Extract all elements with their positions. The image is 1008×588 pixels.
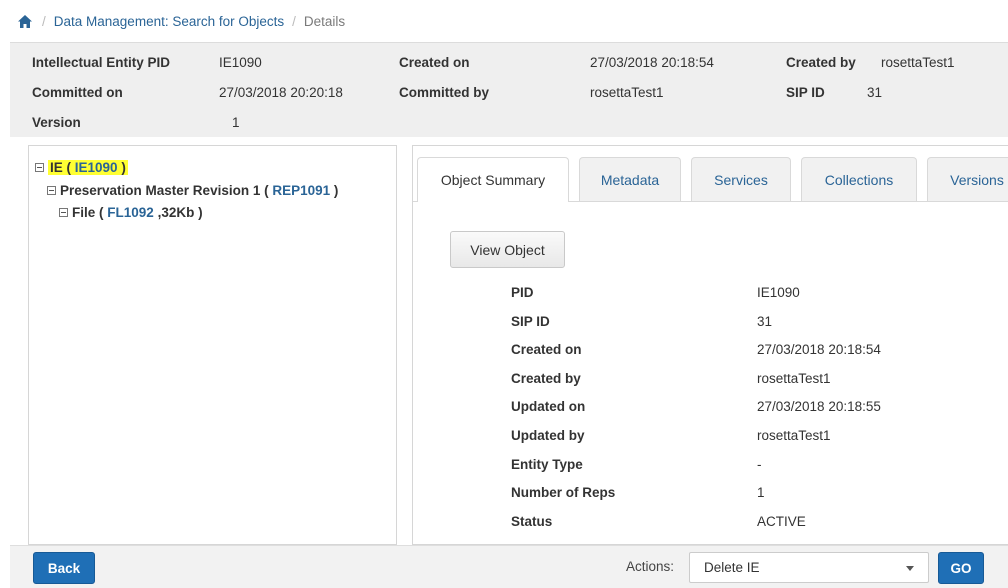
info-row: Intellectual Entity PID IE1090 Created o… — [10, 49, 1008, 75]
info-label: Created by — [786, 54, 856, 70]
minus-box-icon[interactable] — [35, 163, 44, 172]
tree-node-file[interactable]: File ( FL1092 ,32Kb ) — [59, 205, 203, 220]
info-value: IE1090 — [219, 54, 262, 70]
info-row: Committed on 27/03/2018 20:20:18 Committ… — [10, 79, 1008, 105]
summary-key: SIP ID — [511, 313, 550, 329]
breadcrumb-separator: / — [42, 13, 46, 29]
tab-collections[interactable]: Collections — [801, 157, 917, 201]
go-button[interactable]: GO — [938, 552, 984, 584]
entity-info-panel: Intellectual Entity PID IE1090 Created o… — [10, 42, 1008, 137]
summary-value: 31 — [757, 313, 773, 329]
tree-node-ie-label: IE ( IE1090 ) — [48, 160, 128, 175]
actions-select[interactable]: Delete IE — [689, 552, 929, 583]
details-panel: Object Summary Metadata Services Collect… — [412, 145, 1008, 545]
summary-value: rosettaTest1 — [757, 427, 831, 443]
actions-select-value: Delete IE — [704, 560, 760, 575]
info-value: 27/03/2018 20:18:54 — [590, 54, 714, 70]
footer-bar: Back Actions: Delete IE GO — [10, 545, 1008, 588]
info-label: Committed by — [399, 84, 490, 100]
summary-key: PID — [511, 285, 534, 300]
tree-node-file-suffix: ,32Kb ) — [157, 205, 203, 220]
breadcrumb: / Data Management: Search for Objects / … — [10, 0, 1008, 42]
tab-versions[interactable]: Versions — [927, 157, 1008, 201]
back-button[interactable]: Back — [33, 552, 95, 584]
minus-box-icon[interactable] — [59, 208, 68, 217]
info-value: 31 — [867, 84, 883, 100]
summary-key: Status — [511, 513, 553, 529]
tree-node-rep-prefix: Preservation Master Revision 1 ( — [60, 183, 269, 198]
caret-down-icon — [906, 566, 914, 571]
summary-value: IE1090 — [757, 285, 800, 300]
tab-metadata[interactable]: Metadata — [579, 157, 681, 201]
summary-value: rosettaTest1 — [757, 370, 831, 386]
tree-node-file-prefix: File ( — [72, 205, 104, 220]
summary-key: Entity Type — [511, 456, 583, 472]
tree-node-ie-prefix: IE ( — [50, 160, 72, 175]
info-label: Created on — [399, 54, 470, 70]
info-label: Intellectual Entity PID — [32, 54, 171, 70]
summary-key: Created by — [511, 370, 581, 386]
info-value: 27/03/2018 20:20:18 — [219, 84, 343, 100]
info-row: Version 1 — [10, 109, 1008, 135]
actions-label: Actions: — [626, 559, 675, 574]
info-value: 1 — [232, 114, 240, 130]
info-value: rosettaTest1 — [590, 84, 664, 100]
tree-link-rep1091[interactable]: REP1091 — [272, 183, 330, 198]
summary-value: ACTIVE — [757, 513, 806, 529]
summary-key: Created on — [511, 342, 582, 358]
tree-link-ie1090[interactable]: IE1090 — [75, 160, 118, 175]
summary-key: Number of Reps — [511, 485, 616, 501]
summary-key: Updated by — [511, 427, 585, 443]
tab-services[interactable]: Services — [691, 157, 791, 201]
summary-value: 1 — [757, 485, 765, 501]
object-tree: IE ( IE1090 ) Preservation Master Revisi… — [28, 145, 397, 545]
summary-value: 27/03/2018 20:18:55 — [757, 399, 881, 415]
minus-box-icon[interactable] — [47, 186, 56, 195]
breadcrumb-separator: / — [292, 13, 296, 29]
tree-node-rep-suffix: ) — [333, 183, 339, 198]
info-label: Version — [32, 114, 81, 130]
tree-node-ie-suffix: ) — [121, 160, 126, 175]
breadcrumb-link-search[interactable]: Data Management: Search for Objects — [54, 14, 284, 29]
tab-bar: Object Summary Metadata Services Collect… — [417, 157, 1008, 202]
tree-node-ie[interactable]: IE ( IE1090 ) — [35, 160, 128, 175]
summary-key: Updated on — [511, 399, 586, 415]
info-value: rosettaTest1 — [881, 54, 955, 70]
tab-object-summary[interactable]: Object Summary — [417, 157, 569, 202]
tree-link-fl1092[interactable]: FL1092 — [107, 205, 154, 220]
breadcrumb-current: Details — [303, 13, 346, 29]
summary-value: - — [757, 456, 762, 472]
home-icon[interactable] — [18, 14, 32, 28]
info-label: Committed on — [32, 84, 123, 100]
info-label: SIP ID — [786, 84, 825, 100]
tree-node-representation[interactable]: Preservation Master Revision 1 ( REP1091… — [47, 183, 338, 198]
view-object-button[interactable]: View Object — [450, 231, 565, 268]
summary-value: 27/03/2018 20:18:54 — [757, 342, 881, 358]
